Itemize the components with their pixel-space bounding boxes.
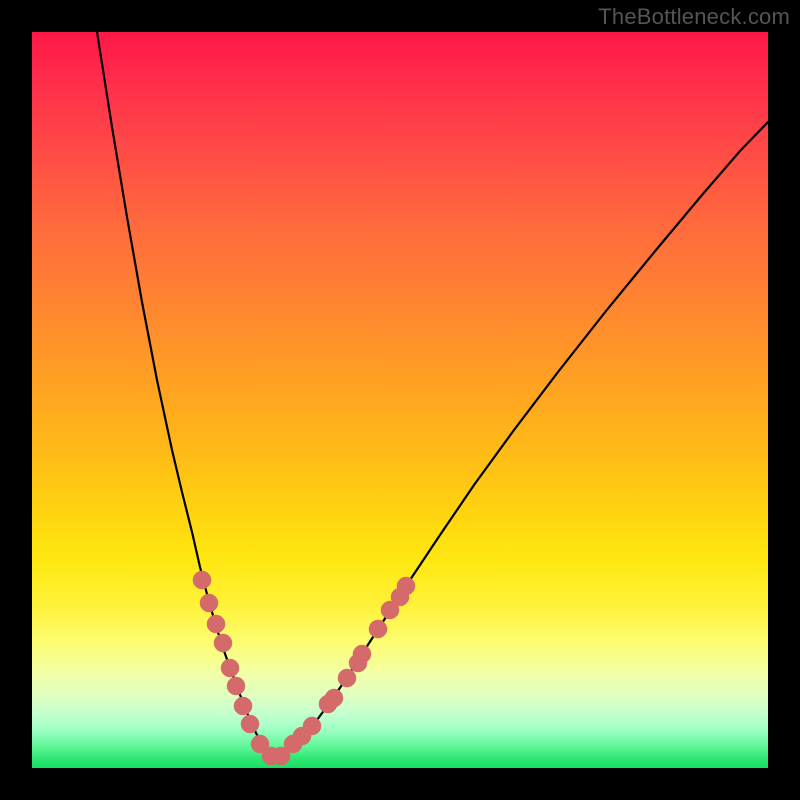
highlight-dot (234, 697, 252, 715)
watermark-text: TheBottleneck.com (598, 4, 790, 30)
highlight-dot (325, 689, 343, 707)
chart-svg (32, 32, 768, 768)
highlight-dot (338, 669, 356, 687)
highlight-dot (369, 620, 387, 638)
highlight-dots (193, 571, 415, 765)
highlight-dot (193, 571, 211, 589)
highlight-dot (353, 645, 371, 663)
plot-area (32, 32, 768, 768)
highlight-dot (214, 634, 232, 652)
highlight-dot (221, 659, 239, 677)
highlight-dot (227, 677, 245, 695)
highlight-dot (200, 594, 218, 612)
curve-left-arm (97, 32, 276, 758)
chart-frame: TheBottleneck.com (0, 0, 800, 800)
highlight-dot (397, 577, 415, 595)
highlight-dot (303, 717, 321, 735)
highlight-dot (207, 615, 225, 633)
highlight-dot (241, 715, 259, 733)
